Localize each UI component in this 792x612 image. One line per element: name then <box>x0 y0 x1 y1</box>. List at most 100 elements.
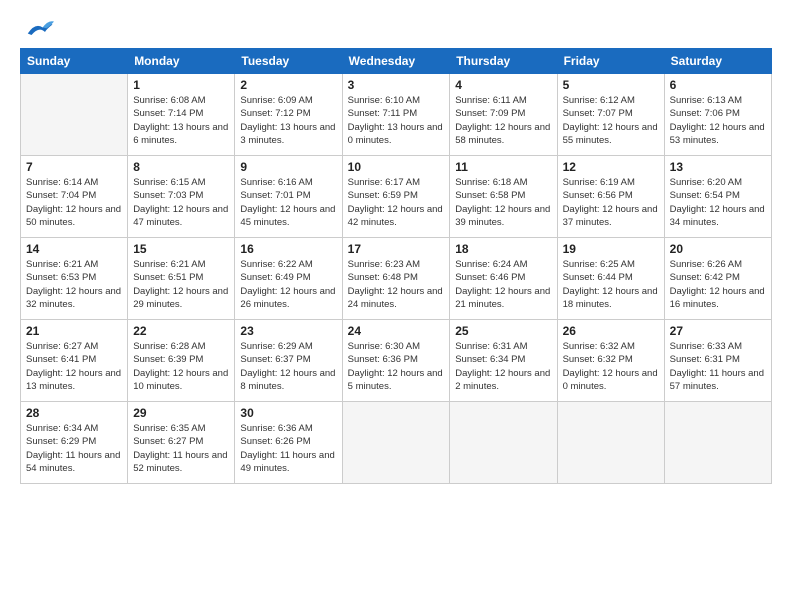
calendar-cell: 29 Sunrise: 6:35 AMSunset: 6:27 PMDayligh… <box>128 402 235 484</box>
day-number: 23 <box>240 324 336 338</box>
day-number: 14 <box>26 242 122 256</box>
day-info: Sunrise: 6:14 AMSunset: 7:04 PMDaylight:… <box>26 176 122 229</box>
day-number: 19 <box>563 242 659 256</box>
day-info: Sunrise: 6:36 AMSunset: 6:26 PMDaylight:… <box>240 422 336 475</box>
calendar-header-wednesday: Wednesday <box>342 49 450 74</box>
day-number: 17 <box>348 242 445 256</box>
calendar-cell: 27Sunrise: 6:33 AMSunset: 6:31 PMDayligh… <box>664 320 771 402</box>
day-number: 2 <box>240 78 336 92</box>
day-info: Sunrise: 6:20 AMSunset: 6:54 PMDaylight:… <box>670 176 766 229</box>
logo <box>20 18 54 40</box>
calendar-cell: 1 Sunrise: 6:08 AMSunset: 7:14 PMDaylight… <box>128 74 235 156</box>
calendar-cell: 12Sunrise: 6:19 AMSunset: 6:56 PMDayligh… <box>557 156 664 238</box>
calendar-cell: 2 Sunrise: 6:09 AMSunset: 7:12 PMDaylight… <box>235 74 342 156</box>
day-number: 20 <box>670 242 766 256</box>
logo-icon <box>24 18 54 40</box>
calendar-cell: 21 Sunrise: 6:27 AMSunset: 6:41 PMDayligh… <box>21 320 128 402</box>
day-number: 9 <box>240 160 336 174</box>
day-info: Sunrise: 6:27 AMSunset: 6:41 PMDaylight:… <box>26 340 122 393</box>
calendar-cell: 8Sunrise: 6:15 AMSunset: 7:03 PMDaylight… <box>128 156 235 238</box>
calendar-header-sunday: Sunday <box>21 49 128 74</box>
calendar-week-row: 21 Sunrise: 6:27 AMSunset: 6:41 PMDayligh… <box>21 320 772 402</box>
calendar-cell: 24 Sunrise: 6:30 AMSunset: 6:36 PMDayligh… <box>342 320 450 402</box>
day-number: 15 <box>133 242 229 256</box>
day-info: Sunrise: 6:29 AMSunset: 6:37 PMDaylight:… <box>240 340 336 393</box>
day-info: Sunrise: 6:32 AMSunset: 6:32 PMDaylight:… <box>563 340 659 393</box>
calendar-header-saturday: Saturday <box>664 49 771 74</box>
day-number: 1 <box>133 78 229 92</box>
day-number: 16 <box>240 242 336 256</box>
calendar-cell: 28 Sunrise: 6:34 AMSunset: 6:29 PMDayligh… <box>21 402 128 484</box>
calendar-cell <box>342 402 450 484</box>
calendar-cell: 11 Sunrise: 6:18 AMSunset: 6:58 PMDayligh… <box>450 156 557 238</box>
day-info: Sunrise: 6:26 AMSunset: 6:42 PMDaylight:… <box>670 258 766 311</box>
day-info: Sunrise: 6:16 AMSunset: 7:01 PMDaylight:… <box>240 176 336 229</box>
day-info: Sunrise: 6:10 AMSunset: 7:11 PMDaylight:… <box>348 94 445 147</box>
day-number: 13 <box>670 160 766 174</box>
calendar-cell: 23 Sunrise: 6:29 AMSunset: 6:37 PMDayligh… <box>235 320 342 402</box>
day-info: Sunrise: 6:09 AMSunset: 7:12 PMDaylight:… <box>240 94 336 147</box>
calendar-header-friday: Friday <box>557 49 664 74</box>
calendar-cell: 4Sunrise: 6:11 AMSunset: 7:09 PMDaylight… <box>450 74 557 156</box>
day-number: 11 <box>455 160 551 174</box>
day-number: 30 <box>240 406 336 420</box>
calendar-cell <box>664 402 771 484</box>
header <box>20 18 772 40</box>
calendar-cell: 19 Sunrise: 6:25 AMSunset: 6:44 PMDayligh… <box>557 238 664 320</box>
day-info: Sunrise: 6:34 AMSunset: 6:29 PMDaylight:… <box>26 422 122 475</box>
day-number: 25 <box>455 324 551 338</box>
day-info: Sunrise: 6:18 AMSunset: 6:58 PMDaylight:… <box>455 176 551 229</box>
calendar-cell: 3 Sunrise: 6:10 AMSunset: 7:11 PMDaylight… <box>342 74 450 156</box>
day-info: Sunrise: 6:11 AMSunset: 7:09 PMDaylight:… <box>455 94 551 147</box>
calendar-cell: 22 Sunrise: 6:28 AMSunset: 6:39 PMDayligh… <box>128 320 235 402</box>
calendar-cell: 20 Sunrise: 6:26 AMSunset: 6:42 PMDayligh… <box>664 238 771 320</box>
calendar-cell <box>21 74 128 156</box>
day-info: Sunrise: 6:30 AMSunset: 6:36 PMDaylight:… <box>348 340 445 393</box>
calendar-header-thursday: Thursday <box>450 49 557 74</box>
day-number: 27 <box>670 324 766 338</box>
day-number: 3 <box>348 78 445 92</box>
day-number: 7 <box>26 160 122 174</box>
day-info: Sunrise: 6:24 AMSunset: 6:46 PMDaylight:… <box>455 258 551 311</box>
calendar-header-tuesday: Tuesday <box>235 49 342 74</box>
day-info: Sunrise: 6:17 AMSunset: 6:59 PMDaylight:… <box>348 176 445 229</box>
day-number: 8 <box>133 160 229 174</box>
day-number: 26 <box>563 324 659 338</box>
day-info: Sunrise: 6:25 AMSunset: 6:44 PMDaylight:… <box>563 258 659 311</box>
calendar-cell: 5 Sunrise: 6:12 AMSunset: 7:07 PMDaylight… <box>557 74 664 156</box>
day-number: 21 <box>26 324 122 338</box>
calendar-cell: 9 Sunrise: 6:16 AMSunset: 7:01 PMDaylight… <box>235 156 342 238</box>
day-info: Sunrise: 6:19 AMSunset: 6:56 PMDaylight:… <box>563 176 659 229</box>
day-number: 24 <box>348 324 445 338</box>
calendar-table: SundayMondayTuesdayWednesdayThursdayFrid… <box>20 48 772 484</box>
day-number: 5 <box>563 78 659 92</box>
day-number: 22 <box>133 324 229 338</box>
calendar-cell: 13 Sunrise: 6:20 AMSunset: 6:54 PMDayligh… <box>664 156 771 238</box>
day-number: 6 <box>670 78 766 92</box>
calendar-week-row: 7 Sunrise: 6:14 AMSunset: 7:04 PMDaylight… <box>21 156 772 238</box>
day-number: 28 <box>26 406 122 420</box>
calendar-week-row: 1 Sunrise: 6:08 AMSunset: 7:14 PMDaylight… <box>21 74 772 156</box>
day-info: Sunrise: 6:08 AMSunset: 7:14 PMDaylight:… <box>133 94 229 147</box>
calendar-week-row: 14 Sunrise: 6:21 AMSunset: 6:53 PMDayligh… <box>21 238 772 320</box>
day-info: Sunrise: 6:23 AMSunset: 6:48 PMDaylight:… <box>348 258 445 311</box>
day-info: Sunrise: 6:13 AMSunset: 7:06 PMDaylight:… <box>670 94 766 147</box>
page: SundayMondayTuesdayWednesdayThursdayFrid… <box>0 0 792 612</box>
day-number: 18 <box>455 242 551 256</box>
calendar-header-row: SundayMondayTuesdayWednesdayThursdayFrid… <box>21 49 772 74</box>
day-info: Sunrise: 6:28 AMSunset: 6:39 PMDaylight:… <box>133 340 229 393</box>
day-info: Sunrise: 6:21 AMSunset: 6:53 PMDaylight:… <box>26 258 122 311</box>
calendar-cell: 18 Sunrise: 6:24 AMSunset: 6:46 PMDayligh… <box>450 238 557 320</box>
calendar-cell: 26 Sunrise: 6:32 AMSunset: 6:32 PMDayligh… <box>557 320 664 402</box>
calendar-cell: 7 Sunrise: 6:14 AMSunset: 7:04 PMDaylight… <box>21 156 128 238</box>
calendar-cell: 10 Sunrise: 6:17 AMSunset: 6:59 PMDayligh… <box>342 156 450 238</box>
day-number: 10 <box>348 160 445 174</box>
calendar-cell: 14 Sunrise: 6:21 AMSunset: 6:53 PMDayligh… <box>21 238 128 320</box>
day-number: 29 <box>133 406 229 420</box>
day-info: Sunrise: 6:21 AMSunset: 6:51 PMDaylight:… <box>133 258 229 311</box>
calendar-week-row: 28 Sunrise: 6:34 AMSunset: 6:29 PMDayligh… <box>21 402 772 484</box>
calendar-cell: 16Sunrise: 6:22 AMSunset: 6:49 PMDayligh… <box>235 238 342 320</box>
calendar-header-monday: Monday <box>128 49 235 74</box>
day-info: Sunrise: 6:12 AMSunset: 7:07 PMDaylight:… <box>563 94 659 147</box>
day-info: Sunrise: 6:35 AMSunset: 6:27 PMDaylight:… <box>133 422 229 475</box>
